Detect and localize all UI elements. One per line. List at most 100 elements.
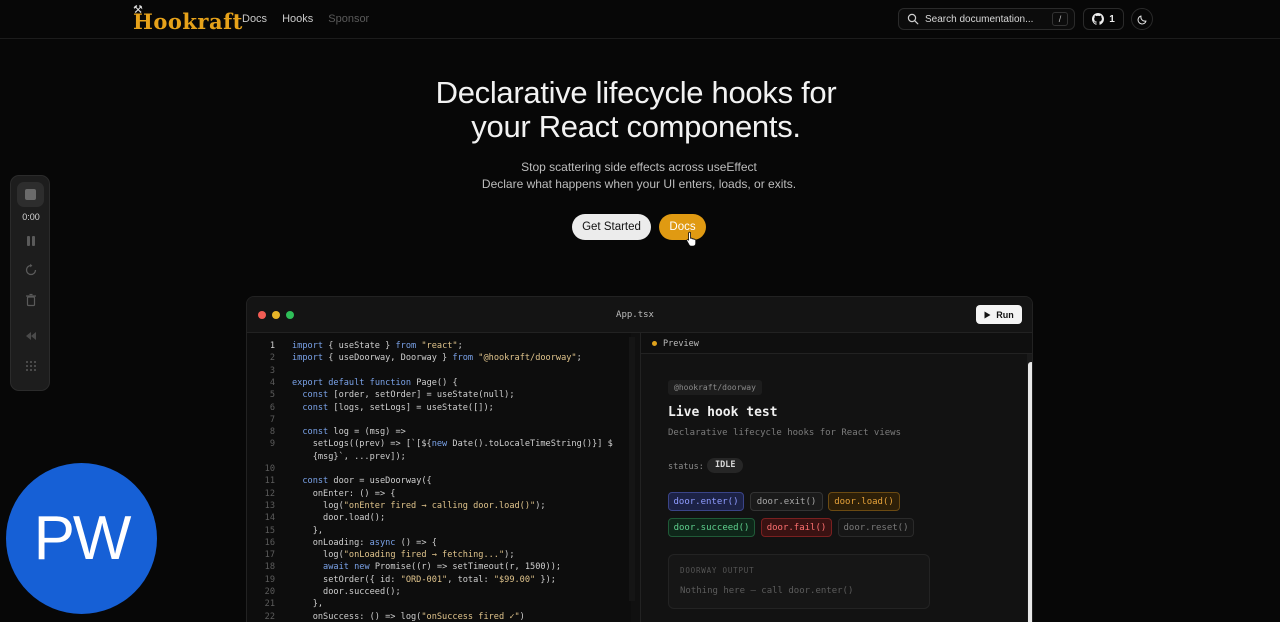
code-line[interactable]: 2 import { useDoorway, Doorway } from "@h…	[247, 353, 631, 365]
window-titlebar: App.tsx Run	[247, 297, 1032, 333]
line-number: 18	[264, 562, 275, 573]
line-number: 17	[264, 550, 275, 561]
line-number: 19	[264, 574, 275, 585]
line-number: 1	[269, 341, 275, 351]
hero-subtitle: Stop scattering side effects across useE…	[0, 159, 1278, 193]
stop-record-button[interactable]	[17, 182, 44, 207]
code-line[interactable]: 9 setLogs((prev) => [`[${new Date().toLo…	[247, 439, 631, 451]
code-line[interactable]: 3	[247, 366, 631, 378]
line-number: 5	[269, 390, 275, 401]
code-text: const door = useDoorway({	[302, 476, 432, 487]
code-line[interactable]: 15 },	[247, 526, 631, 538]
search-shortcut-key: /	[1052, 12, 1068, 26]
preview-pane: Preview @hookraft/doorway Live hook test…	[640, 333, 1032, 622]
hero-title-line-2: your React components.	[471, 109, 801, 144]
line-number: 2	[269, 353, 275, 364]
preview-content: @hookraft/doorway Live hook test Declara…	[641, 354, 1027, 622]
search-placeholder: Search documentation...	[925, 13, 1034, 25]
code-text: setLogs((prev) => [`[${new Date().toLoca…	[292, 439, 613, 450]
grid-icon[interactable]	[24, 359, 38, 373]
github-button[interactable]: 1	[1083, 8, 1124, 30]
code-line[interactable]: 14 door.load();	[247, 513, 631, 525]
nav-link-hooks[interactable]: Hooks	[282, 13, 313, 25]
preview-subtitle: Declarative lifecycle hooks for React vi…	[668, 428, 901, 438]
nav-link-docs[interactable]: Docs	[242, 13, 267, 25]
docs-button[interactable]: Docs	[659, 214, 706, 240]
hammer-icon: ⚒	[133, 4, 143, 16]
code-text: onEnter: () => {	[292, 488, 396, 499]
door-fail-button[interactable]: door.fail()	[761, 518, 832, 537]
preview-label: Preview	[663, 339, 699, 349]
code-scrollbar[interactable]	[629, 337, 635, 601]
code-line[interactable]: {msg}`, ...prev]);	[247, 452, 631, 464]
line-number: 16	[264, 537, 275, 548]
code-line[interactable]: 11 const door = useDoorway({	[247, 476, 631, 488]
github-count: 1	[1109, 13, 1115, 25]
code-text: export default function Page() {	[292, 377, 458, 388]
door-exit-button[interactable]: door.exit()	[750, 492, 823, 511]
door-reset-button[interactable]: door.reset()	[838, 518, 914, 537]
preview-scrollbar-thumb[interactable]	[1028, 362, 1032, 622]
preview-status-dot	[652, 341, 657, 346]
code-line[interactable]: 16 onLoading: async () => {	[247, 538, 631, 550]
code-line[interactable]: 8 const log = (msg) =>	[247, 427, 631, 439]
theme-toggle-button[interactable]	[1131, 8, 1153, 30]
pause-icon[interactable]	[24, 234, 38, 248]
line-number: 3	[269, 365, 275, 376]
code-text: {msg}`, ...prev]);	[292, 451, 406, 462]
get-started-button[interactable]: Get Started	[572, 214, 651, 240]
code-line[interactable]: 21 },	[247, 599, 631, 611]
package-tag: @hookraft/doorway	[668, 380, 762, 395]
door-load-button[interactable]: door.load()	[828, 492, 900, 511]
code-line[interactable]: 5 const [order, setOrder] = useState(nul…	[247, 390, 631, 402]
code-line[interactable]: 10	[247, 464, 631, 476]
line-number: 9	[269, 439, 275, 450]
stop-icon	[25, 189, 36, 200]
hero-subtitle-line-2: Declare what happens when your UI enters…	[481, 177, 797, 191]
door-enter-button[interactable]: door.enter()	[668, 492, 744, 511]
top-nav: ⚒ Hookraft Docs Hooks Sponsor Search doc…	[0, 0, 1280, 39]
run-label: Run	[996, 309, 1014, 320]
code-text: setOrder({ id: "ORD-001", total: "$99.00…	[292, 574, 556, 585]
code-line[interactable]: 4 export default function Page() {	[247, 378, 631, 390]
code-line[interactable]: 6 const [logs, setLogs] = useState([]);	[247, 403, 631, 415]
run-button[interactable]: Run	[976, 305, 1022, 324]
output-title: DOORWAY OUTPUT	[680, 566, 755, 575]
rewind-icon[interactable]	[24, 329, 38, 343]
code-line[interactable]: 18 await new Promise((r) => setTimeout(r…	[247, 562, 631, 574]
nav-link-sponsor[interactable]: Sponsor	[328, 13, 369, 25]
code-line[interactable]: 7	[247, 415, 631, 427]
line-number: 7	[269, 414, 275, 425]
code-line[interactable]: 12 onEnter: () => {	[247, 489, 631, 501]
line-number: 13	[264, 500, 275, 511]
code-text: const log = (msg) =>	[302, 427, 406, 438]
code-text: onLoading: async () => {	[292, 537, 437, 548]
line-number: 22	[264, 611, 275, 622]
search-input[interactable]: Search documentation... /	[898, 8, 1075, 30]
output-empty-message: Nothing here — call door.enter()	[680, 586, 854, 596]
hero-title: Declarative lifecycle hooks for your Rea…	[0, 76, 1272, 144]
line-number: 8	[269, 427, 275, 438]
play-icon	[984, 311, 991, 318]
github-icon	[1092, 13, 1105, 25]
restart-icon[interactable]	[24, 263, 38, 277]
code-text: await new Promise((r) => setTimeout(r, 1…	[323, 562, 562, 573]
code-text: import { useState } from "react";	[292, 341, 463, 351]
code-line[interactable]: 1 import { useState } from "react";	[247, 341, 631, 353]
code-line[interactable]: 13 log("onEnter fired → calling door.loa…	[247, 501, 631, 513]
line-number: 14	[264, 513, 275, 524]
trash-icon[interactable]	[24, 293, 38, 307]
code-text: log("onLoading fired → fetching...");	[292, 550, 515, 561]
code-line[interactable]: 19 setOrder({ id: "ORD-001", total: "$99…	[247, 575, 631, 587]
preview-scrollbar[interactable]	[1027, 354, 1032, 622]
preview-header: Preview	[641, 333, 1032, 354]
code-editor[interactable]: 1 import { useState } from "react"; 2 impor…	[247, 333, 631, 622]
code-line[interactable]: 22 onSuccess: () => log("onSuccess fired…	[247, 612, 631, 622]
logo[interactable]: ⚒ Hookraft	[133, 4, 243, 34]
code-text: },	[292, 599, 324, 610]
door-succeed-button[interactable]: door.succeed()	[668, 518, 755, 537]
code-playground-window: App.tsx Run 1 import { useState } from "r…	[246, 296, 1033, 622]
code-line[interactable]: 17 log("onLoading fired → fetching...");	[247, 550, 631, 562]
code-line[interactable]: 20 door.succeed();	[247, 587, 631, 599]
code-text: const [logs, setLogs] = useState([]);	[302, 402, 494, 413]
